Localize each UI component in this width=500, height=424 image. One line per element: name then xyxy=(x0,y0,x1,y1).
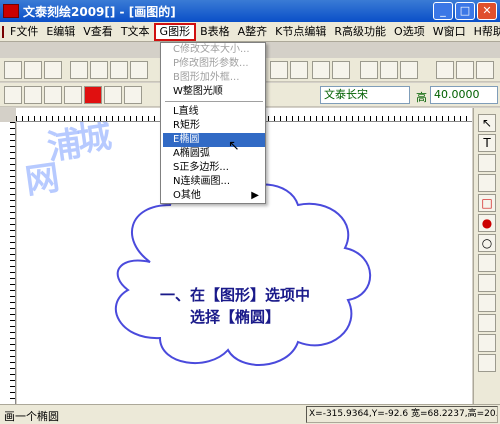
vertical-ruler xyxy=(0,122,16,404)
menu-edit[interactable]: E编辑 xyxy=(42,23,79,41)
callout-text: 一、在【图形】选项中 选择【椭圆】 xyxy=(135,284,335,328)
menu-item-modify-shape-params: P修改图形参数... xyxy=(173,58,249,69)
cherry-icon[interactable]: ● xyxy=(478,214,496,232)
window-title: 文泰刻绘2009[] - [画图的] xyxy=(23,4,176,19)
align-right-icon[interactable] xyxy=(476,61,494,79)
menu-item-elliptic-arc[interactable]: A椭圆弧 xyxy=(163,147,265,161)
align-left-icon[interactable] xyxy=(436,61,454,79)
rectangle-tool-icon[interactable]: □ xyxy=(478,194,496,212)
barcode-icon[interactable] xyxy=(478,314,496,332)
circle-tool-icon[interactable]: ○ xyxy=(478,234,496,252)
zoom-page-icon[interactable] xyxy=(44,86,62,104)
red-color-icon[interactable] xyxy=(84,86,102,104)
menu-graphics[interactable]: G图形 xyxy=(153,22,197,41)
align-center-icon[interactable] xyxy=(456,61,474,79)
menu-item-add-frame: B图形加外框... xyxy=(173,72,240,83)
select-arrow-icon[interactable]: ↖ xyxy=(478,114,496,132)
font-select[interactable]: 文泰长宋 xyxy=(320,86,410,104)
menu-item-smooth[interactable]: W整图光顺 xyxy=(163,85,265,99)
menu-advanced[interactable]: R高级功能 xyxy=(330,23,390,41)
menu-bar: F文件 E编辑 V查看 T文本 G图形 B表格 A整齐 K节点编辑 R高级功能 … xyxy=(0,22,500,42)
table-icon[interactable] xyxy=(270,61,288,79)
maximize-button[interactable]: □ xyxy=(455,2,475,20)
zoom-fit-icon[interactable] xyxy=(124,86,142,104)
menu-node-edit[interactable]: K节点编辑 xyxy=(271,23,330,41)
watermark-char: 城 xyxy=(74,122,115,161)
cross-icon[interactable] xyxy=(360,61,378,79)
copy-icon[interactable] xyxy=(90,61,108,79)
menu-file[interactable]: F文件 xyxy=(6,23,42,41)
bulb-icon[interactable] xyxy=(312,61,330,79)
node-edit-icon[interactable] xyxy=(478,174,496,192)
callout-line-1: 一、在【图形】选项中 xyxy=(159,286,310,304)
grid-icon[interactable] xyxy=(478,254,496,272)
window-controls: _ □ ✕ xyxy=(433,2,497,20)
status-coordinates: X=-315.9364,Y=-92.6 宽=68.2237,高=20.06 xyxy=(306,406,498,423)
new-file-icon[interactable] xyxy=(4,61,22,79)
callout-line-2: 选择【椭圆】 xyxy=(189,308,280,326)
menu-item-modify-text-size: C修改文本大小... xyxy=(173,44,250,55)
right-toolbox: ↖ T □ ● ○ xyxy=(473,108,500,404)
minimize-button[interactable]: _ xyxy=(433,2,453,20)
graphics-menu: C修改文本大小... P修改图形参数... B图形加外框... W整图光顺 L直… xyxy=(160,42,266,204)
move-icon[interactable] xyxy=(64,86,82,104)
status-message: 画一个椭圆 xyxy=(4,410,59,423)
status-bar: 画一个椭圆 X=-315.9364,Y=-92.6 宽=68.2237,高=20… xyxy=(0,404,500,424)
menu-help[interactable]: H帮助 xyxy=(470,23,500,41)
menu-divider xyxy=(165,101,263,102)
table-tool-icon[interactable] xyxy=(478,274,496,292)
menu-item-rectangle[interactable]: R矩形 xyxy=(163,119,265,133)
menu-item-other[interactable]: O其他 ▶ xyxy=(163,189,265,203)
open-file-icon[interactable] xyxy=(24,61,42,79)
menu-item-other-label: O其他 xyxy=(173,190,201,201)
text-tool-icon[interactable]: T xyxy=(478,134,496,152)
title-bar: 文泰刻绘2009[] - [画图的] _ □ ✕ xyxy=(0,0,500,22)
image-tool-icon[interactable] xyxy=(478,294,496,312)
size-label: 高 xyxy=(416,91,427,104)
coords-readout: X=-315.9364,Y=-92.6 xyxy=(309,409,409,419)
help-icon[interactable] xyxy=(332,61,350,79)
menu-item-continuous-draw[interactable]: N连续画图... xyxy=(163,175,265,189)
menu-window[interactable]: W窗口 xyxy=(429,23,470,41)
menu-table[interactable]: B表格 xyxy=(196,23,234,41)
zoom-region-icon[interactable] xyxy=(104,86,122,104)
shape-icon[interactable] xyxy=(380,61,398,79)
group-icon[interactable] xyxy=(400,61,418,79)
menu-options[interactable]: O选项 xyxy=(390,23,429,41)
size-input[interactable]: 40.0000 xyxy=(430,86,498,104)
menu-item-polygon[interactable]: S正多边形... xyxy=(163,161,265,175)
menu-item-line[interactable]: L直线 xyxy=(163,105,265,119)
fill-tool-icon[interactable] xyxy=(478,334,496,352)
doc-icon xyxy=(2,25,4,38)
app-logo-icon xyxy=(3,4,19,18)
zoom-out-icon[interactable] xyxy=(24,86,42,104)
dims-readout: 宽=68.2237,高=20.06 xyxy=(410,409,497,419)
watermark-char: 网 xyxy=(22,157,63,203)
print-icon[interactable] xyxy=(130,61,148,79)
picture-icon[interactable] xyxy=(290,61,308,79)
close-button[interactable]: ✕ xyxy=(477,2,497,20)
submenu-arrow-icon: ▶ xyxy=(251,190,259,201)
menu-item-ellipse[interactable]: E椭圆 xyxy=(163,133,265,147)
save-icon[interactable] xyxy=(44,61,62,79)
menu-view[interactable]: V查看 xyxy=(79,23,117,41)
menu-text[interactable]: T文本 xyxy=(117,23,154,41)
zoom-in-icon[interactable] xyxy=(4,86,22,104)
paste-icon[interactable] xyxy=(110,61,128,79)
cut-icon[interactable] xyxy=(70,61,88,79)
menu-align[interactable]: A整齐 xyxy=(234,23,272,41)
mouse-cursor-icon: ↖ xyxy=(228,138,240,154)
vertical-text-icon[interactable] xyxy=(478,154,496,172)
pen-tool-icon[interactable] xyxy=(478,354,496,372)
